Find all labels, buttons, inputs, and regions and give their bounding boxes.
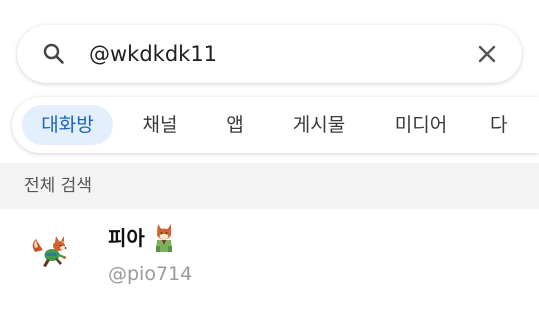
result-handle: @pio714 — [108, 263, 193, 285]
search-page: 대화방 채널 앱 게시물 미디어 다 전체 검색 — [0, 0, 539, 323]
search-input[interactable] — [89, 36, 449, 72]
result-name: 피아 — [108, 226, 145, 250]
list-item[interactable]: 피아 @pio714 — [0, 209, 539, 299]
fox-character-icon — [32, 236, 67, 267]
tab-chatrooms[interactable]: 대화방 — [22, 105, 113, 145]
fox-emoji-icon — [155, 224, 172, 252]
tab-apps[interactable]: 앱 — [212, 105, 258, 145]
search-icon[interactable] — [41, 41, 67, 67]
section-header: 전체 검색 — [0, 163, 539, 209]
search-bar[interactable] — [17, 25, 522, 83]
close-icon[interactable] — [474, 41, 500, 67]
tab-posts[interactable]: 게시물 — [282, 105, 356, 145]
section-title: 전체 검색 — [24, 176, 92, 196]
result-name-row: 피아 — [108, 223, 176, 253]
search-tabs: 대화방 채널 앱 게시물 미디어 다 — [12, 97, 539, 153]
tab-channels[interactable]: 채널 — [130, 105, 190, 145]
tab-media[interactable]: 미디어 — [384, 105, 458, 145]
tab-more[interactable]: 다 — [490, 105, 530, 145]
